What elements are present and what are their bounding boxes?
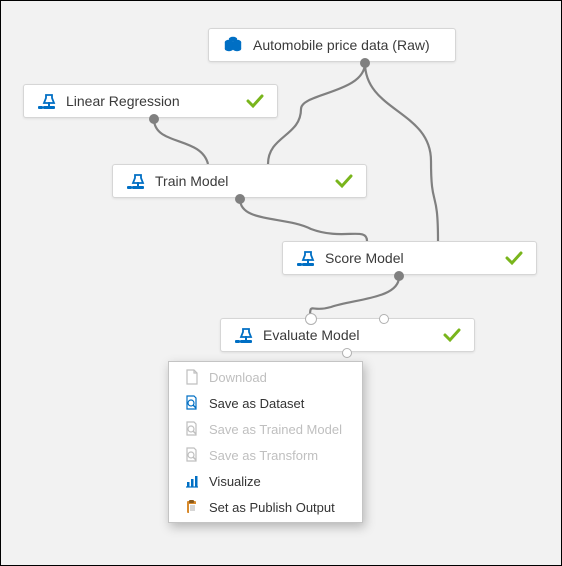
evaluate-model-node[interactable]: Evaluate Model: [220, 318, 475, 352]
menu-item-label: Save as Transform: [209, 448, 318, 463]
menu-item-download: Download: [169, 364, 362, 390]
menu-item-save-trained-model: Save as Trained Model: [169, 416, 362, 442]
train-model-output-port[interactable]: [235, 194, 245, 204]
menu-item-save-dataset[interactable]: Save as Dataset: [169, 390, 362, 416]
menu-item-label: Download: [209, 370, 267, 385]
chart-icon: [183, 473, 201, 489]
linear-regression-output-port[interactable]: [149, 114, 159, 124]
experiment-icon: [125, 172, 145, 190]
evaluate-model-label: Evaluate Model: [263, 327, 360, 343]
evaluate-output-port[interactable]: [342, 348, 352, 358]
menu-item-label: Set as Publish Output: [209, 500, 335, 515]
menu-item-visualize[interactable]: Visualize: [169, 468, 362, 494]
context-menu: Download Save as Dataset Save as Train: [168, 361, 363, 523]
dataset-node[interactable]: Automobile price data (Raw): [208, 28, 456, 62]
linear-regression-node[interactable]: Linear Regression: [23, 84, 278, 118]
menu-item-label: Save as Trained Model: [209, 422, 342, 437]
magnify-doc-icon: [183, 447, 201, 463]
clipboard-icon: [183, 499, 201, 515]
status-success-icon: [334, 173, 354, 189]
ml-pipeline-canvas[interactable]: Automobile price data (Raw) Linear Regre…: [0, 0, 562, 566]
experiment-icon: [233, 326, 253, 344]
score-model-output-port[interactable]: [394, 271, 404, 281]
magnify-doc-icon: [183, 421, 201, 437]
dataset-output-port[interactable]: [360, 58, 370, 68]
train-model-label: Train Model: [155, 173, 228, 189]
status-success-icon: [442, 327, 462, 343]
magnify-doc-icon: [183, 395, 201, 411]
status-success-icon: [245, 93, 265, 109]
menu-item-set-publish-output[interactable]: Set as Publish Output: [169, 494, 362, 520]
linear-regression-label: Linear Regression: [66, 93, 180, 109]
train-model-node[interactable]: Train Model: [112, 164, 367, 198]
menu-item-label: Save as Dataset: [209, 396, 304, 411]
database-icon: [223, 36, 243, 54]
evaluate-input-port-right[interactable]: [379, 314, 389, 324]
experiment-icon: [295, 249, 315, 267]
menu-item-save-transform: Save as Transform: [169, 442, 362, 468]
dataset-node-label: Automobile price data (Raw): [253, 37, 430, 53]
score-model-label: Score Model: [325, 250, 404, 266]
document-icon: [183, 369, 201, 385]
evaluate-input-port-left[interactable]: [305, 313, 317, 325]
score-model-node[interactable]: Score Model: [282, 241, 537, 275]
status-success-icon: [504, 250, 524, 266]
menu-item-label: Visualize: [209, 474, 261, 489]
experiment-icon: [36, 92, 56, 110]
